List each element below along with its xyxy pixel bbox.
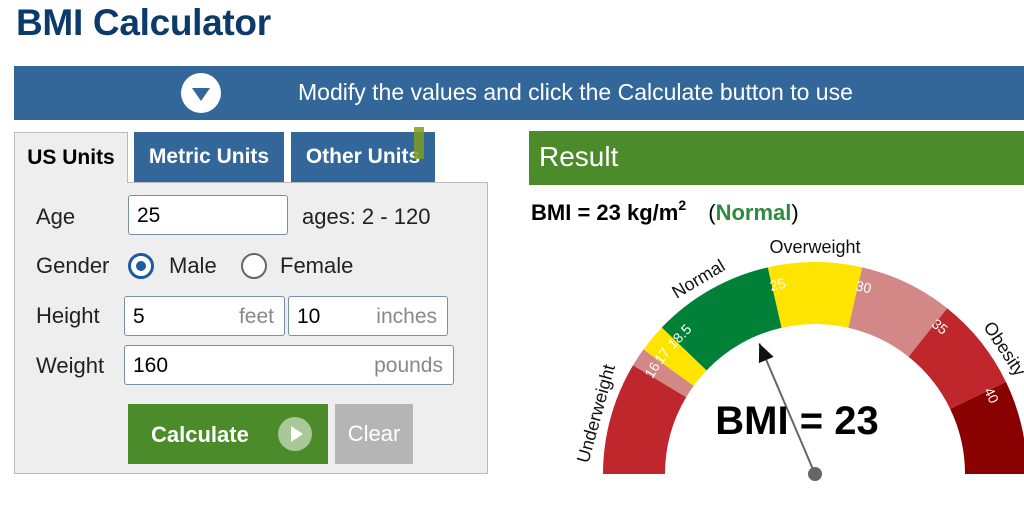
height-inches-unit: inches [376,305,437,328]
play-icon [278,417,312,451]
female-radio[interactable] [241,253,267,279]
male-radio[interactable] [128,253,154,279]
result-header-label: Result [539,141,619,172]
height-feet-input[interactable]: 5 feet [124,296,285,336]
bmi-close-paren: ) [791,200,799,225]
gauge-category-label: Overweight [769,237,860,257]
weight-value: 160 [133,354,169,377]
gender-label: Gender [36,253,110,278]
female-radio-label[interactable]: Female [280,253,353,279]
bmi-category: Normal [715,200,792,225]
height-inches-input[interactable]: 10 inches [288,296,448,336]
chevron-down-circle-icon[interactable] [181,73,221,113]
height-label: Height [36,303,100,328]
tab-us-units[interactable]: US Units [14,132,128,183]
calculate-button-label: Calculate [151,422,249,447]
instructions-banner: Modify the values and click the Calculat… [14,66,1024,120]
age-input[interactable]: 25 [128,195,288,235]
bmi-gauge: 161718.525 303540UnderweightNormalOverwei… [573,237,1024,481]
height-feet-value: 5 [133,305,145,328]
highlight-marker [414,127,424,159]
age-label: Age [36,204,76,229]
calculate-button[interactable]: Calculate [128,404,328,464]
age-value: 25 [137,204,161,227]
height-inches-value: 10 [297,305,321,328]
bmi-open-paren: ( [708,200,716,225]
tab-metric-units[interactable]: Metric Units [134,132,284,182]
result-header: Result [529,131,1024,185]
gauge-segment-4 [767,262,863,328]
weight-unit: pounds [374,354,443,377]
gauge-value-label: BMI = 23 [715,399,878,443]
age-hint: ages: 2 - 120 [302,204,431,229]
clear-button[interactable]: Clear [335,404,413,464]
male-radio-label[interactable]: Male [169,253,217,279]
height-feet-unit: feet [238,305,274,328]
bmi-unit-superscript: 2 [678,197,687,213]
gauge-needle-pivot [808,467,822,481]
weight-label: Weight [36,353,105,378]
page-title: BMI Calculator [16,2,271,43]
banner-text: Modify the values and click the Calculat… [298,79,853,105]
weight-input[interactable]: 160 pounds [124,345,454,385]
bmi-result-text: BMI = 23 kg/m2 (Normal) [531,197,799,226]
bmi-value-text: BMI = 23 kg/m [531,200,679,225]
